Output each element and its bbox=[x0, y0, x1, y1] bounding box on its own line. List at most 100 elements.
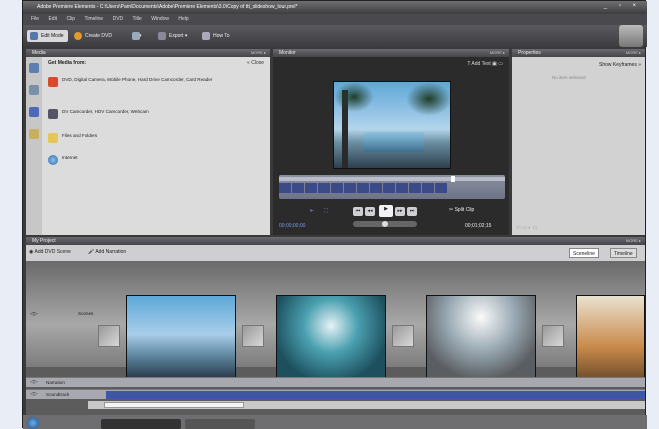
film-frame bbox=[370, 183, 382, 193]
how-to-button[interactable]: How To bbox=[199, 30, 234, 42]
film-frame bbox=[357, 183, 369, 193]
monitor-panel: Monitor MORE ▸ T Add Text ▣ ▭ ⇤ ⛶ ⏮ ◂◂ ▶… bbox=[273, 49, 509, 235]
scene-thumbnail-1[interactable] bbox=[126, 295, 236, 382]
media-source-label: DVD, Digital Camera, Mobile Phone, Hard … bbox=[62, 77, 213, 82]
add-dvd-scene-button[interactable]: ◉ Add DVD Scene bbox=[29, 249, 71, 255]
split-clip-button[interactable]: ✂ Split Clip bbox=[449, 207, 474, 213]
scene-thumbnail-2[interactable] bbox=[276, 295, 386, 382]
next-frame-button[interactable]: ⏭ bbox=[407, 207, 417, 216]
how-to-icon bbox=[202, 32, 210, 40]
globe-icon bbox=[48, 155, 58, 165]
transition-slot[interactable] bbox=[392, 325, 414, 347]
transition-slot[interactable] bbox=[542, 325, 564, 347]
add-text-label: Add Text bbox=[471, 61, 491, 67]
film-frame bbox=[344, 183, 356, 193]
go-to-start-icon[interactable]: ⇤ bbox=[307, 207, 317, 216]
organize-icon[interactable] bbox=[29, 85, 39, 95]
properties-panel: Properties MORE ▸ Show Keyframes » No it… bbox=[512, 49, 645, 235]
properties-panel-header: Properties MORE ▸ bbox=[512, 49, 645, 57]
narration-track-icon[interactable]: ◁▷ bbox=[30, 379, 38, 385]
start-orb-icon[interactable] bbox=[27, 417, 39, 429]
play-button[interactable]: ▶ bbox=[379, 205, 393, 217]
menu-clip[interactable]: Clip bbox=[66, 16, 75, 22]
scrubber-filmstrip[interactable] bbox=[279, 175, 505, 199]
my-project-header: My Project MORE ▸ bbox=[26, 237, 645, 245]
media-source-label: Internet bbox=[62, 155, 78, 160]
menu-window[interactable]: Window bbox=[151, 16, 169, 22]
add-narration-button[interactable]: 🎤 Add Narration bbox=[88, 249, 126, 255]
fullscreen-icon[interactable]: ⛶ bbox=[321, 207, 331, 216]
fast-forward-button[interactable]: ▸▸ bbox=[395, 207, 405, 216]
get-media-icon[interactable] bbox=[29, 63, 39, 73]
media-more-button[interactable]: MORE ▸ bbox=[251, 50, 266, 55]
media-panel-header: Media MORE ▸ bbox=[26, 49, 270, 57]
menu-timeline[interactable]: Timeline bbox=[84, 16, 103, 22]
export-label: Export ▾ bbox=[169, 33, 188, 39]
menu-title[interactable]: Title bbox=[133, 16, 142, 22]
menu-bar: File Edit Clip Timeline DVD Title Window… bbox=[23, 14, 647, 25]
soundtrack-clip[interactable] bbox=[106, 391, 645, 399]
add-dvd-scene-label: Add DVD Scene bbox=[34, 249, 71, 255]
close-media-button[interactable]: « Close bbox=[247, 60, 264, 66]
project-toolbar: ◉ Add DVD Scene 🎤 Add Narration Scenelin… bbox=[26, 245, 645, 261]
soundtrack-track-icon[interactable]: ◁▷ bbox=[30, 391, 38, 397]
film-frame bbox=[383, 183, 395, 193]
add-text-button[interactable]: T Add Text ▣ ▭ bbox=[403, 61, 503, 71]
total-duration: 00;01;02;15 bbox=[465, 223, 492, 229]
taskbar bbox=[23, 415, 647, 429]
menu-dvd[interactable]: DVD bbox=[113, 16, 124, 22]
previous-frame-button[interactable]: ⏮ bbox=[353, 207, 363, 216]
sceneline-label: Sceneline bbox=[573, 251, 595, 257]
film-frame bbox=[292, 183, 304, 193]
no-selection-text: No item selected bbox=[552, 75, 586, 80]
main-toolbar: Edit Mode Create DVD ▾ Export ▾ How To bbox=[23, 25, 647, 47]
share-icon bbox=[132, 32, 140, 40]
themes-icon[interactable] bbox=[29, 129, 39, 139]
soundtrack-track[interactable]: ◁▷ Soundtrack bbox=[26, 389, 645, 399]
menu-edit[interactable]: Edit bbox=[48, 16, 57, 22]
media-source-label: Files and Folders bbox=[62, 133, 98, 138]
title-bar: Adobe Premiere Elements - C:\Users\Pam\D… bbox=[23, 1, 647, 14]
current-timecode[interactable]: 00;00;00;00 bbox=[279, 223, 305, 229]
properties-more-button[interactable]: MORE ▸ bbox=[626, 50, 641, 55]
how-to-label: How To bbox=[213, 33, 230, 39]
show-keyframes-button[interactable]: Show Keyframes » bbox=[599, 62, 641, 68]
narration-track-label: Narration bbox=[46, 380, 65, 385]
narration-track[interactable]: ◁▷ Narration bbox=[26, 377, 645, 387]
monitor-more-button[interactable]: MORE ▸ bbox=[490, 50, 505, 55]
glass-dome bbox=[364, 132, 424, 152]
horizontal-scrollbar[interactable] bbox=[88, 401, 645, 409]
scenes-track-controls[interactable]: ◁▷ bbox=[30, 311, 38, 317]
project-more-button[interactable]: MORE ▸ bbox=[626, 238, 641, 243]
create-dvd-button[interactable]: Create DVD bbox=[71, 30, 116, 42]
scrollbar-thumb[interactable] bbox=[104, 402, 244, 408]
properties-footer-icons[interactable]: ▭ ▭ ◐ ▭ bbox=[516, 225, 556, 231]
film-frame bbox=[435, 183, 447, 193]
share-button[interactable]: ▾ bbox=[129, 30, 146, 42]
media-panel: Media MORE ▸ Get Media from: « Close DVD… bbox=[26, 49, 270, 235]
shuttle-handle[interactable] bbox=[382, 221, 388, 227]
film-frame bbox=[305, 183, 317, 193]
edit-mode-button[interactable]: Edit Mode bbox=[27, 30, 68, 42]
project-media-icon[interactable] bbox=[29, 107, 39, 117]
transition-slot[interactable] bbox=[98, 325, 120, 347]
film-frame bbox=[409, 183, 421, 193]
scene-thumbnail-3[interactable] bbox=[426, 295, 536, 382]
playhead-handle[interactable] bbox=[451, 176, 455, 182]
sceneline-button[interactable]: Sceneline bbox=[569, 248, 599, 258]
export-button[interactable]: Export ▾ bbox=[155, 30, 191, 42]
window-controls[interactable]: _ ▫ × bbox=[604, 3, 641, 9]
my-project-title: My Project bbox=[32, 238, 56, 244]
palm-leaves-right bbox=[406, 82, 452, 116]
menu-file[interactable]: File bbox=[31, 16, 39, 22]
menu-help[interactable]: Help bbox=[178, 16, 188, 22]
transition-slot[interactable] bbox=[242, 325, 264, 347]
timeline-button[interactable]: Timeline bbox=[610, 248, 637, 258]
rewind-button[interactable]: ◂◂ bbox=[365, 207, 375, 216]
shuttle-slider[interactable] bbox=[353, 221, 417, 227]
scenes-track-label: Scenes bbox=[78, 311, 94, 316]
scene-thumbnail-4[interactable] bbox=[576, 295, 645, 382]
film-frame bbox=[331, 183, 343, 193]
split-clip-label: Split Clip bbox=[454, 207, 475, 213]
add-narration-label: Add Narration bbox=[95, 249, 127, 255]
